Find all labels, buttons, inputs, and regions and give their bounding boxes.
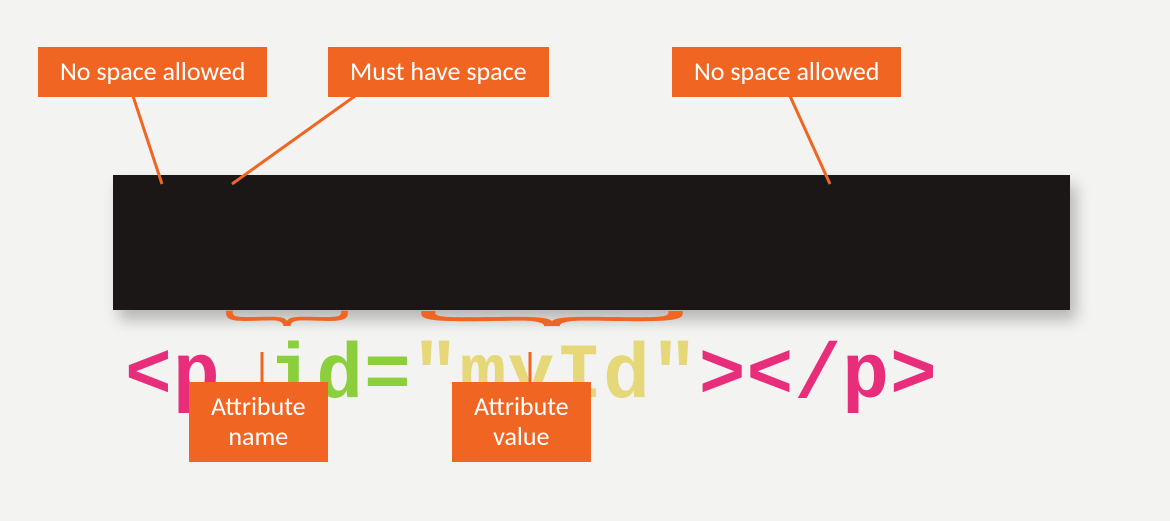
line-must-have-space <box>232 96 355 184</box>
line-no-space-right <box>790 96 830 184</box>
line-no-space-left <box>133 96 162 184</box>
diagram-stage: No space allowed Must have space No spac… <box>0 0 1170 521</box>
callout-attribute-name: Attribute name <box>189 382 328 462</box>
code-tag-close: </p> <box>747 333 938 421</box>
callout-attribute-value: Attribute value <box>452 382 591 462</box>
brace-attr-value-icon: ︸ <box>414 294 689 377</box>
code-sample: <p id="myId"></p> <box>113 175 1070 310</box>
code-angle-open: < <box>125 333 173 421</box>
callout-no-space-right: No space allowed <box>672 47 901 97</box>
callout-must-have-space: Must have space <box>328 47 549 97</box>
callout-no-space-left: No space allowed <box>38 47 267 97</box>
code-angle-close: > <box>699 333 747 421</box>
brace-attr-name-icon: ︸ <box>223 294 351 377</box>
